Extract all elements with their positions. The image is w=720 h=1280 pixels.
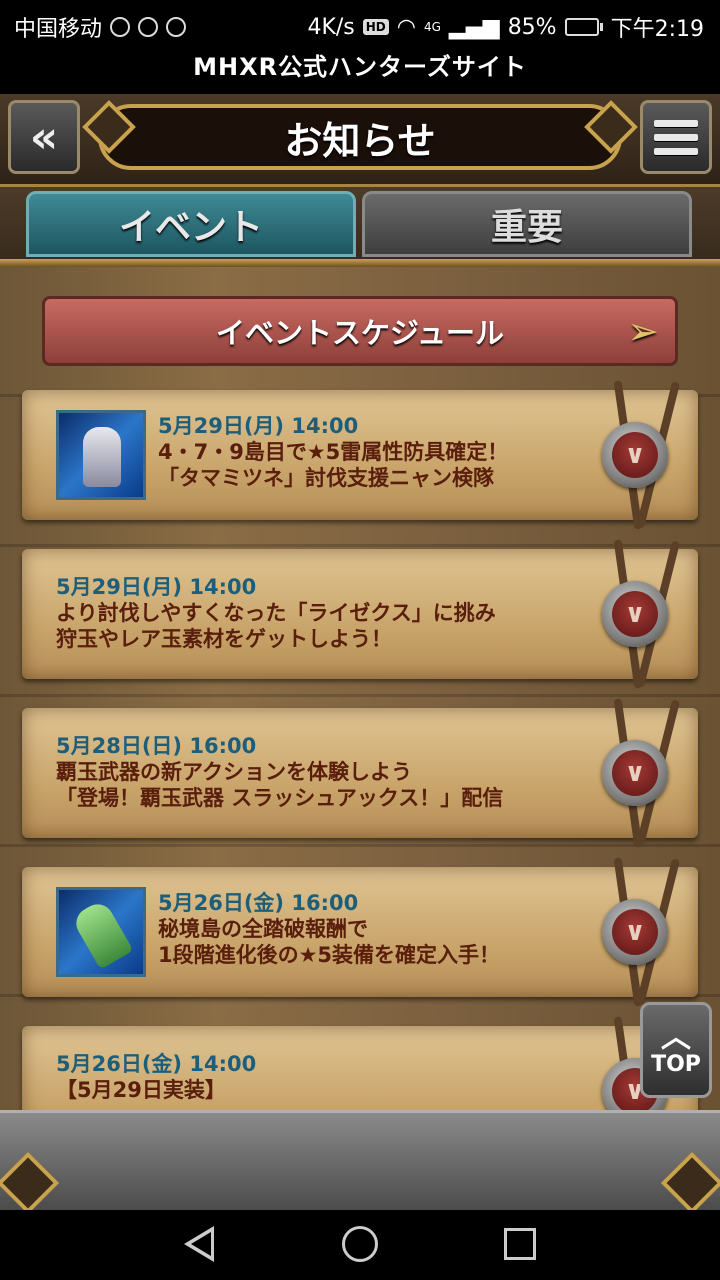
page-title-plate: お知らせ bbox=[98, 104, 622, 170]
nav-home-icon[interactable] bbox=[342, 1226, 378, 1262]
news-item[interactable]: 5月28日(日) 16:00 覇玉武器の新アクションを体験しよう 「登場！覇玉武… bbox=[22, 698, 698, 848]
corner-ornament-icon bbox=[0, 1151, 60, 1210]
event-schedule-label: イベントスケジュール bbox=[216, 316, 504, 350]
status-bar: 中国移动 4K/s HD ◠ 4G ▂▄▆ 85% 下午2:19 bbox=[0, 0, 720, 50]
system-nav-bar bbox=[0, 1210, 720, 1280]
armor-thumbnail bbox=[56, 410, 146, 500]
expand-button[interactable]: ∨ bbox=[602, 899, 668, 965]
forward-arrow-icon: ➢ bbox=[627, 309, 659, 353]
news-line: 【5月29日実装】 bbox=[56, 1078, 226, 1102]
chevron-down-icon: ∨ bbox=[612, 750, 658, 796]
event-schedule-button[interactable]: イベントスケジュール ➢ bbox=[42, 296, 678, 366]
battery-icon bbox=[564, 18, 603, 36]
header-bar: « お知らせ bbox=[0, 94, 720, 187]
nav-recents-icon[interactable] bbox=[504, 1228, 536, 1260]
hamburger-menu-icon bbox=[654, 119, 698, 127]
tab-underline bbox=[0, 259, 720, 267]
app-content: « お知らせ イベント 重要 イベントスケジュール ➢ 5月29日(月) 14:… bbox=[0, 94, 720, 1210]
footer-bar bbox=[0, 1110, 720, 1210]
nav-back-icon[interactable] bbox=[184, 1226, 214, 1262]
network-type: 4G bbox=[423, 20, 441, 34]
chevron-up-icon: ︿ bbox=[661, 1019, 691, 1055]
top-label: TOP bbox=[651, 1051, 701, 1077]
back-button[interactable]: « bbox=[8, 100, 80, 174]
news-item[interactable]: 5月29日(月) 14:00 4・7・9島目で★5雷属性防具確定！ 「タマミツネ… bbox=[22, 380, 698, 530]
chevron-down-icon: ∨ bbox=[612, 432, 658, 478]
clock: 下午2:19 bbox=[610, 17, 704, 42]
site-title: MHXR公式ハンターズサイト bbox=[0, 50, 720, 94]
expand-button[interactable]: ∨ bbox=[602, 581, 668, 647]
page-title: お知らせ bbox=[284, 118, 436, 163]
tab-bar: イベント 重要 bbox=[0, 187, 720, 267]
scroll-to-top-button[interactable]: ︿ TOP bbox=[640, 1002, 712, 1098]
alarm-icon bbox=[110, 17, 131, 37]
corner-ornament-icon bbox=[660, 1151, 720, 1210]
app-notification-icon bbox=[138, 17, 159, 37]
battery-percent: 85% bbox=[507, 14, 557, 40]
tab-event[interactable]: イベント bbox=[26, 191, 356, 257]
network-speed: 4K/s bbox=[307, 14, 355, 40]
expand-button[interactable]: ∨ bbox=[602, 422, 668, 488]
news-line: 「登場！覇玉武器 スラッシュアックス！」配信 bbox=[56, 786, 504, 810]
expand-button[interactable]: ∨ bbox=[602, 740, 668, 806]
wifi-icon: ◠ bbox=[396, 14, 416, 40]
news-item[interactable]: 5月29日(月) 14:00 より討伐しやすくなった「ライゼクス」に挑み 狩玉や… bbox=[22, 539, 698, 689]
chevron-down-icon: ∨ bbox=[612, 591, 658, 637]
chevron-down-icon: ∨ bbox=[612, 909, 658, 955]
tab-important[interactable]: 重要 bbox=[362, 191, 692, 257]
news-item[interactable]: 5月26日(金) 16:00 秘境島の全踏破報酬で 1段階進化後の★5装備を確定… bbox=[22, 857, 698, 1007]
weapon-thumbnail bbox=[56, 887, 146, 977]
news-line: 狩玉やレア玉素材をゲットしよう！ bbox=[56, 627, 392, 651]
cloud-icon bbox=[166, 17, 187, 37]
menu-button[interactable] bbox=[640, 100, 712, 174]
carrier-label: 中国移动 bbox=[14, 17, 103, 42]
news-line: 「タマミツネ」討伐支援ニャン検隊 bbox=[158, 466, 494, 490]
hd-badge: HD bbox=[362, 19, 389, 35]
news-line: 1段階進化後の★5装備を確定入手！ bbox=[158, 943, 501, 967]
signal-icon: ▂▄▆ bbox=[448, 14, 500, 40]
back-arrow-icon: « bbox=[29, 111, 59, 163]
